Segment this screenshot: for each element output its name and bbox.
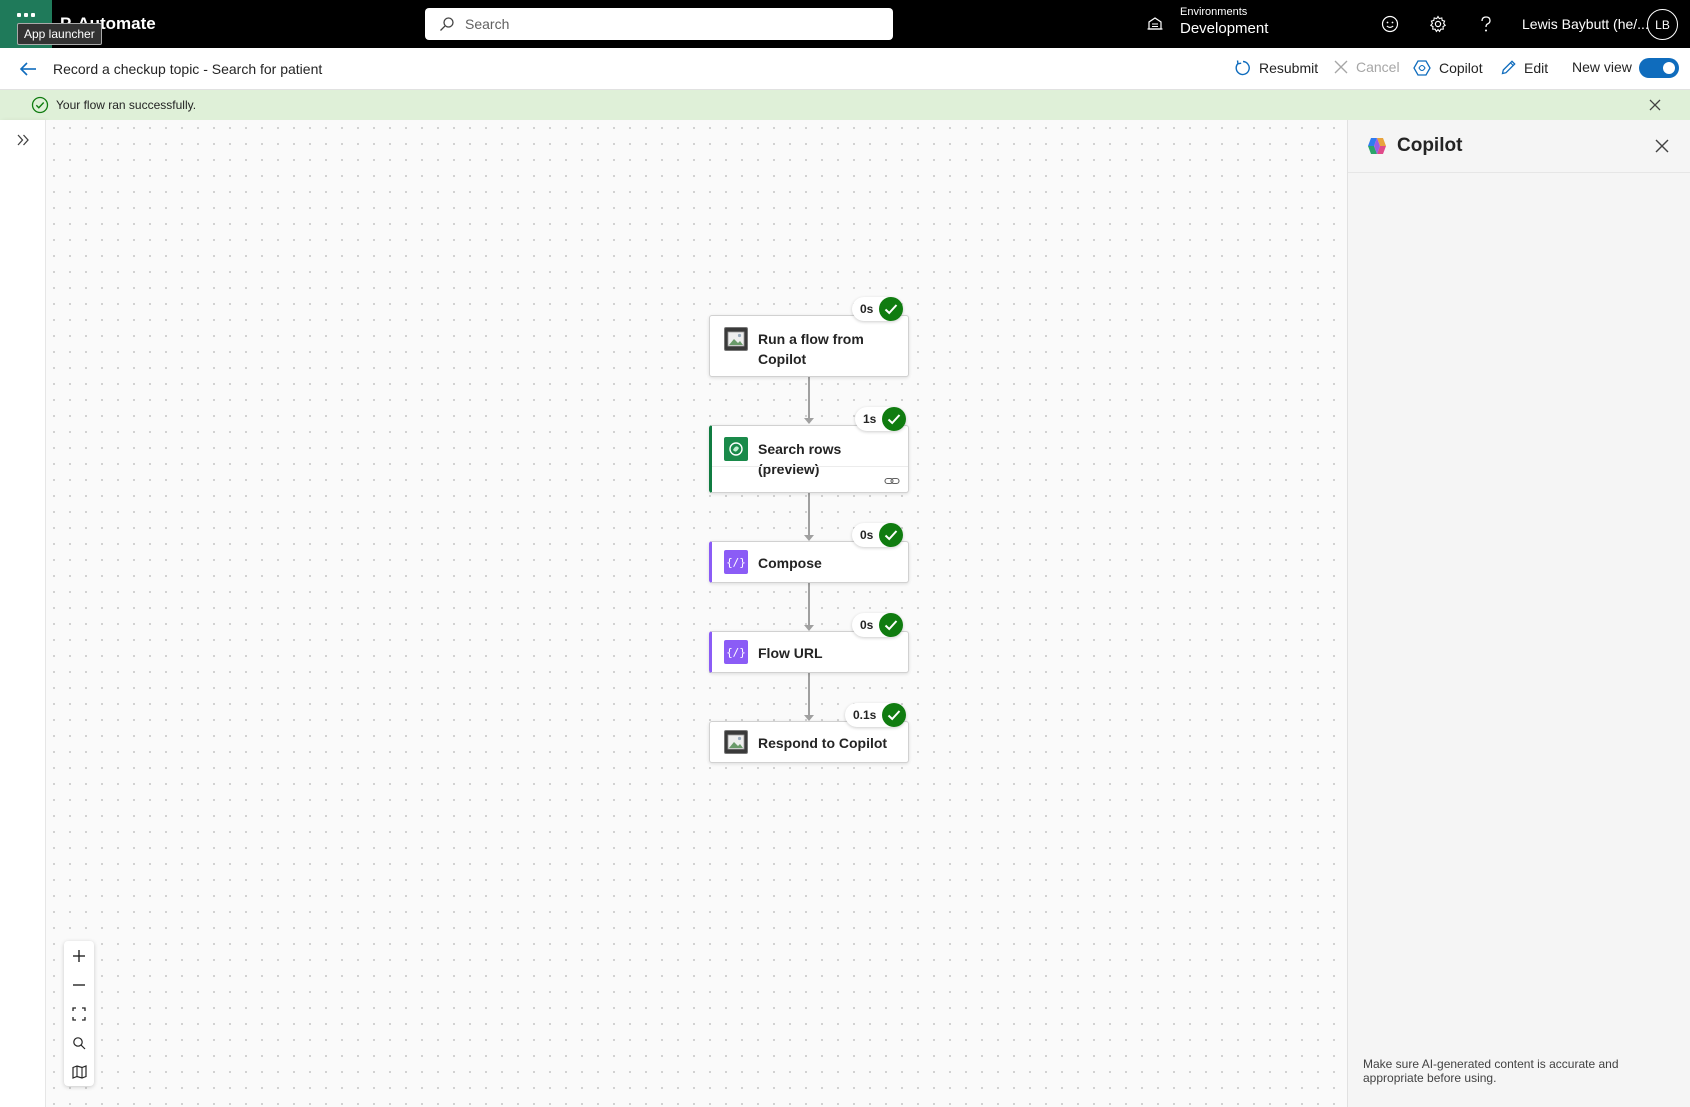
waffle-icon — [17, 13, 35, 17]
run-status-badge: 1s — [855, 407, 907, 431]
close-icon[interactable] — [1654, 138, 1670, 154]
settings-gear-icon[interactable] — [1426, 12, 1450, 36]
left-rail — [0, 120, 46, 1107]
copilot-label: Copilot — [1439, 60, 1483, 76]
search-input[interactable]: Search — [425, 8, 893, 40]
feedback-smiley-icon[interactable] — [1378, 12, 1402, 36]
new-view-label: New view — [1572, 59, 1632, 75]
step-duration: 0s — [860, 618, 874, 632]
fit-view-button[interactable] — [64, 999, 94, 1028]
resubmit-button[interactable]: Resubmit — [1234, 59, 1318, 77]
environment-label: Environments — [1180, 6, 1248, 18]
ai-disclaimer: Make sure AI-generated content is accura… — [1363, 1057, 1619, 1085]
connector-line — [808, 673, 810, 715]
connector-line — [808, 377, 810, 418]
compose-icon: {/} — [724, 640, 748, 664]
cancel-x-icon — [1334, 60, 1348, 74]
resubmit-label: Resubmit — [1259, 60, 1319, 76]
dataverse-icon — [724, 437, 748, 461]
run-status-badge: 0s — [852, 523, 904, 547]
copilot-panel-title: Copilot — [1397, 135, 1463, 156]
map-icon — [71, 1064, 87, 1079]
flow-canvas[interactable] — [46, 120, 1347, 1107]
minus-icon — [73, 983, 85, 986]
top-bar: PAutomate App launcher Search Environmen… — [0, 0, 1690, 48]
flow-step-flow-url[interactable]: {/} Flow URL — [709, 631, 909, 673]
step-duration: 1s — [863, 412, 877, 426]
flow-title: Record a checkup topic - Search for pati… — [53, 61, 323, 77]
search-icon — [73, 1036, 86, 1049]
flow-step-respond[interactable]: Respond to Copilot — [709, 721, 909, 763]
banner-close-icon[interactable] — [1648, 98, 1662, 112]
image-placeholder-icon — [724, 730, 748, 754]
copilot-logo-icon — [1368, 138, 1386, 154]
environment-icon — [1147, 16, 1163, 30]
copilot-icon — [1413, 60, 1431, 76]
expand-chevron-icon[interactable] — [15, 132, 31, 148]
copilot-button[interactable]: Copilot — [1412, 59, 1483, 77]
step-label: Respond to Copilot — [758, 735, 888, 751]
flow-step-search-rows[interactable]: Search rows (preview) — [709, 425, 909, 493]
command-bar: Record a checkup topic - Search for pati… — [0, 48, 1690, 90]
plus-icon — [73, 949, 85, 962]
search-placeholder: Search — [465, 16, 510, 32]
edit-label: Edit — [1524, 59, 1549, 76]
user-avatar[interactable]: LB — [1647, 9, 1678, 40]
connector-arrow — [804, 418, 814, 424]
search-canvas-button[interactable] — [64, 1028, 94, 1057]
compose-icon: {/} — [724, 550, 748, 574]
zoom-in-button[interactable] — [64, 941, 94, 970]
copilot-panel-header: Copilot — [1366, 135, 1462, 157]
help-question-icon[interactable] — [1474, 12, 1498, 36]
canvas-controls — [64, 941, 94, 1086]
divider — [1348, 172, 1690, 173]
cancel-label: Cancel — [1356, 59, 1400, 75]
run-status-badge: 0.1s — [845, 703, 907, 727]
success-check-circle-icon — [31, 96, 49, 114]
image-placeholder-icon — [724, 327, 748, 351]
resubmit-icon — [1235, 60, 1250, 76]
banner-message: Your flow ran successfully. — [56, 98, 197, 112]
user-name[interactable]: Lewis Baybutt (he/... — [1522, 16, 1649, 32]
step-duration: 0.1s — [853, 708, 877, 722]
connector-line — [808, 493, 810, 535]
cancel-button[interactable]: Cancel — [1333, 59, 1400, 75]
step-label: Flow URL — [758, 645, 823, 661]
zoom-out-button[interactable] — [64, 970, 94, 999]
connector-line — [808, 583, 810, 625]
environment-value: Development — [1180, 20, 1269, 37]
flow-step-trigger[interactable]: Run a flow from Copilot — [709, 315, 909, 377]
step-duration: 0s — [860, 302, 874, 316]
step-label: Run a flow from Copilot — [758, 331, 864, 367]
copilot-panel: Copilot Make sure AI-generated content i… — [1347, 120, 1690, 1107]
success-banner: Your flow ran successfully. — [0, 90, 1690, 120]
step-label: Compose — [758, 555, 822, 571]
environment-picker[interactable]: Environments Development — [1146, 6, 1268, 39]
new-view-toggle[interactable] — [1639, 58, 1679, 78]
app-launcher-tooltip: App launcher — [17, 23, 102, 45]
back-arrow-icon[interactable] — [18, 59, 38, 79]
search-icon — [440, 17, 454, 31]
run-status-badge: 0s — [852, 613, 904, 637]
run-status-badge: 0s — [852, 297, 904, 321]
fit-view-icon — [72, 1006, 86, 1021]
minimap-button[interactable] — [64, 1057, 94, 1086]
flow-step-compose[interactable]: {/} Compose — [709, 541, 909, 583]
edit-button[interactable]: Edit — [1500, 59, 1548, 76]
edit-pencil-icon — [1501, 60, 1516, 75]
step-footer — [712, 466, 908, 494]
connection-link-icon[interactable] — [884, 475, 900, 487]
step-duration: 0s — [860, 528, 874, 542]
